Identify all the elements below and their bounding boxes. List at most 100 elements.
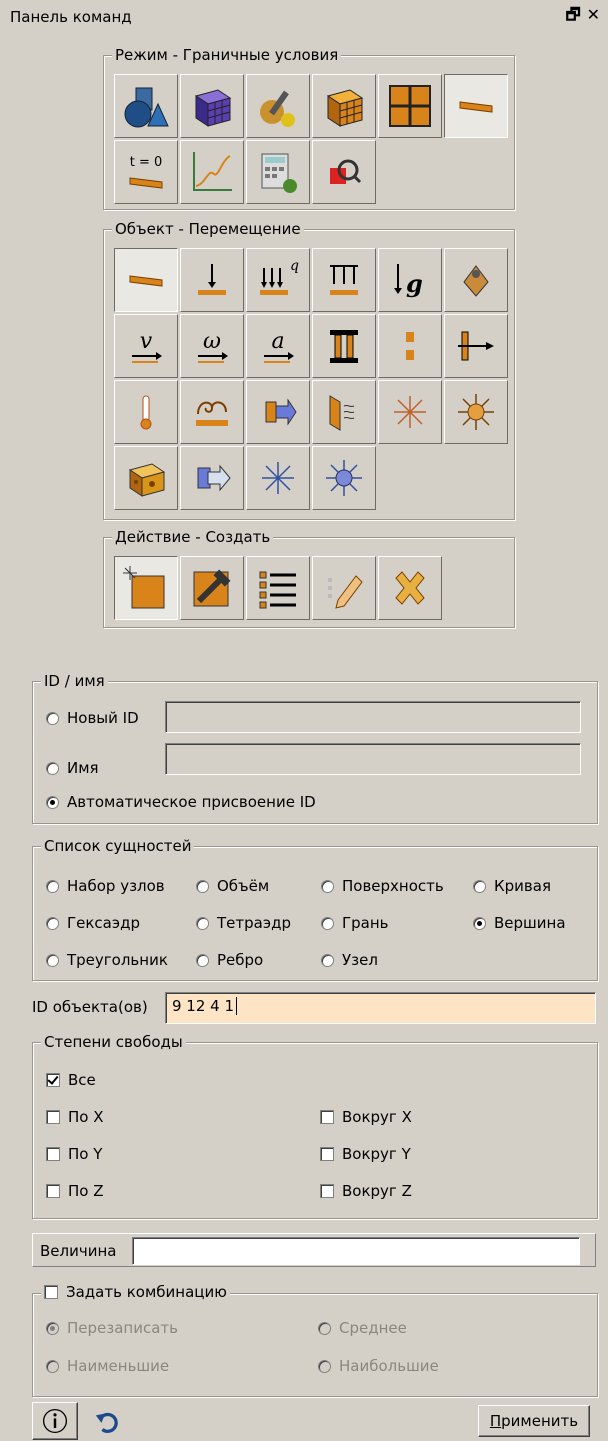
inspect-button[interactable] <box>312 140 376 204</box>
entity-radio[interactable] <box>46 916 59 930</box>
list-icon <box>259 571 296 609</box>
apply-button[interactable]: Применить <box>478 1405 590 1437</box>
entity-radio[interactable] <box>196 879 209 893</box>
dof-x-option[interactable]: По X <box>46 1108 104 1126</box>
volume-heat-button[interactable] <box>114 446 178 510</box>
edit-button[interactable] <box>312 556 376 620</box>
modify-button[interactable] <box>180 556 244 620</box>
heat-transfer-button[interactable] <box>246 380 310 444</box>
entity-option-volume[interactable]: Объём <box>196 877 269 895</box>
pressure-button[interactable]: q <box>246 248 310 312</box>
flux-button[interactable] <box>180 446 244 510</box>
rigid-link-button[interactable] <box>444 314 508 378</box>
dof-y-option[interactable]: По Y <box>46 1145 102 1163</box>
dof-rx-checkbox[interactable] <box>320 1110 334 1124</box>
dof-z-option[interactable]: По Z <box>46 1182 104 1200</box>
rotation-load-button[interactable] <box>444 248 508 312</box>
acceleration-button[interactable]: a <box>246 314 310 378</box>
point-source-button[interactable] <box>312 446 376 510</box>
point-heat-source-button[interactable] <box>444 380 508 444</box>
entity-option-curve[interactable]: Кривая <box>473 877 551 895</box>
dof-y-checkbox[interactable] <box>46 1147 60 1161</box>
combo-largest-option[interactable]: Наибольшие <box>318 1357 439 1375</box>
new-id-option[interactable]: Новый ID <box>46 709 139 727</box>
magnitude-input[interactable] <box>132 1237 580 1265</box>
new-id-input[interactable] <box>165 701 581 733</box>
dof-ry-checkbox[interactable] <box>320 1147 334 1161</box>
entity-option-surface[interactable]: Поверхность <box>321 877 444 895</box>
elements-button[interactable] <box>378 74 442 138</box>
list-button[interactable] <box>246 556 310 620</box>
entity-radio[interactable] <box>196 953 209 967</box>
entity-radio[interactable] <box>196 916 209 930</box>
entity-option-node[interactable]: Узел <box>321 951 378 969</box>
entity-option-tri[interactable]: Треугольник <box>46 951 168 969</box>
entity-option-hex[interactable]: Гексаэдр <box>46 914 140 932</box>
combo-smallest-radio[interactable] <box>46 1359 59 1373</box>
auto-id-option[interactable]: Автоматическое присвоение ID <box>46 793 316 811</box>
combo-toggle[interactable]: Задать комбинацию <box>44 1283 227 1301</box>
entity-option-vertex[interactable]: Вершина <box>473 914 566 932</box>
entity-radio[interactable] <box>321 879 334 893</box>
mesh-button[interactable] <box>180 74 244 138</box>
contact-button[interactable] <box>378 314 442 378</box>
float-icon[interactable]: 🗗 <box>566 5 581 24</box>
entity-option-face[interactable]: Грань <box>321 914 389 932</box>
constraint-button[interactable] <box>312 314 376 378</box>
combo-largest-radio[interactable] <box>318 1359 331 1373</box>
combo-smallest-option[interactable]: Наименьшие <box>46 1357 169 1375</box>
radiation-button[interactable] <box>312 380 376 444</box>
calculator-button[interactable] <box>246 140 310 204</box>
dof-x-checkbox[interactable] <box>46 1110 60 1124</box>
entity-radio[interactable] <box>473 916 486 930</box>
combo-overwrite-radio[interactable] <box>46 1321 59 1335</box>
combo-average-radio[interactable] <box>318 1321 331 1335</box>
dof-rz-option[interactable]: Вокруг Z <box>320 1182 412 1200</box>
displacement-button[interactable] <box>114 248 178 312</box>
entity-option-edge[interactable]: Ребро <box>196 951 263 969</box>
geometry-button[interactable] <box>114 74 178 138</box>
dof-ry-option[interactable]: Вокруг Y <box>320 1145 411 1163</box>
flux-arrow-icon <box>197 464 231 492</box>
entity-radio[interactable] <box>46 879 59 893</box>
entity-radio[interactable] <box>321 916 334 930</box>
close-icon[interactable]: ✕ <box>587 5 600 24</box>
properties-button[interactable] <box>246 74 310 138</box>
force-button[interactable] <box>180 248 244 312</box>
dof-rz-checkbox[interactable] <box>320 1184 334 1198</box>
auto-id-radio[interactable] <box>46 795 59 809</box>
name-radio[interactable] <box>46 761 59 775</box>
temperature-button[interactable] <box>114 380 178 444</box>
heat-flux-button[interactable] <box>312 248 376 312</box>
name-input[interactable] <box>165 743 581 775</box>
material-button[interactable] <box>312 74 376 138</box>
entity-radio[interactable] <box>473 879 486 893</box>
convection-button[interactable] <box>180 380 244 444</box>
dof-z-checkbox[interactable] <box>46 1184 60 1198</box>
info-button[interactable] <box>32 1402 78 1440</box>
entity-option-tet[interactable]: Тетраэдр <box>196 914 291 932</box>
angular-velocity-button[interactable]: ω <box>180 314 244 378</box>
heat-source-button[interactable] <box>378 380 442 444</box>
dof-rx-option[interactable]: Вокруг X <box>320 1108 412 1126</box>
create-button[interactable] <box>114 556 178 620</box>
source-button[interactable] <box>246 446 310 510</box>
gravity-button[interactable]: g <box>378 248 442 312</box>
combo-average-option[interactable]: Среднее <box>318 1319 407 1337</box>
combo-checkbox[interactable] <box>44 1285 58 1299</box>
entity-option-nodeset[interactable]: Набор узлов <box>46 877 165 895</box>
entity-radio[interactable] <box>321 953 334 967</box>
velocity-button[interactable]: v <box>114 314 178 378</box>
object-ids-input[interactable]: 9 12 4 1 <box>165 992 596 1024</box>
dof-all-option[interactable]: Все <box>46 1071 96 1089</box>
delete-button[interactable] <box>378 556 442 620</box>
boundary-conditions-button[interactable] <box>444 74 508 138</box>
combo-overwrite-option[interactable]: Перезаписать <box>46 1319 178 1337</box>
load-curve-button[interactable] <box>180 140 244 204</box>
name-option[interactable]: Имя <box>46 759 99 777</box>
reset-button[interactable] <box>92 1406 126 1436</box>
new-id-radio[interactable] <box>46 711 59 725</box>
dof-all-checkbox[interactable] <box>46 1073 60 1087</box>
initial-conditions-button[interactable]: t = 0 <box>114 140 178 204</box>
entity-radio[interactable] <box>46 953 59 967</box>
